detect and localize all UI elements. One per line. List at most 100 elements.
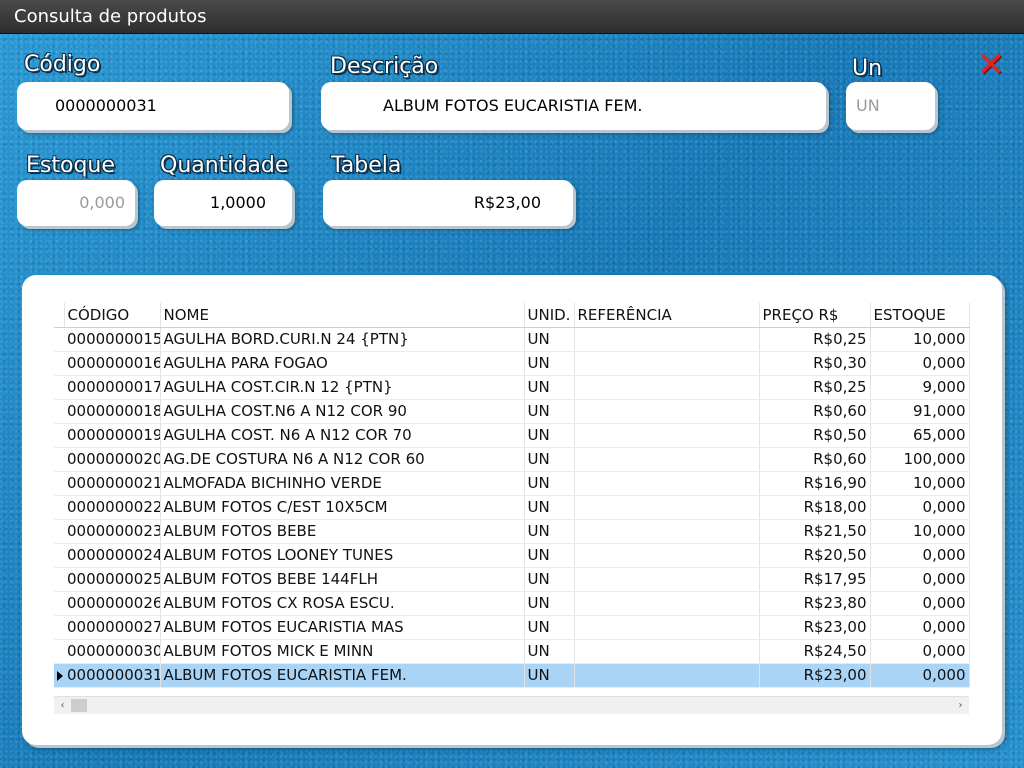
col-referencia[interactable]: REFERÊNCIA [574, 303, 760, 328]
row-indicator [54, 447, 64, 472]
cell-preco: R$0,25 [759, 375, 871, 400]
cell-referencia [574, 567, 760, 592]
cell-codigo: 0000000017 [64, 375, 161, 400]
cell-codigo: 0000000016 [64, 351, 161, 376]
cell-nome: ALBUM FOTOS LOONEY TUNES [160, 543, 525, 568]
row-indicator [54, 615, 64, 640]
cell-nome: ALBUM FOTOS MICK E MINN [160, 639, 525, 664]
cell-referencia [574, 495, 760, 520]
scroll-right-icon[interactable]: › [952, 697, 969, 714]
col-nome[interactable]: NOME [160, 303, 525, 328]
table-row[interactable]: 0000000024 ALBUM FOTOS LOONEY TUNES UN R$20… [54, 543, 970, 568]
table-row[interactable]: 0000000020 AG.DE COSTURA N6 A N12 COR 60 U… [54, 447, 970, 472]
table-row[interactable]: 0000000018 AGULHA COST.N6 A N12 COR 90 UN R… [54, 399, 970, 424]
cell-referencia [574, 519, 760, 544]
tabela-field[interactable]: R$23,00 [323, 180, 573, 226]
table-row[interactable]: 0000000026 ALBUM FOTOS CX ROSA ESCU. UN R$2… [54, 591, 970, 616]
col-preco[interactable]: PREÇO R$ [759, 303, 871, 328]
cell-codigo: 0000000023 [64, 519, 161, 544]
cell-estoque: 0,000 [870, 567, 970, 592]
cell-estoque: 0,000 [870, 591, 970, 616]
descricao-label: Descrição [330, 54, 439, 79]
table-row[interactable]: 0000000015 AGULHA BORD.CURI.N 24 {PTN} UN R… [54, 327, 970, 352]
table-row[interactable]: 0000000019 AGULHA COST. N6 A N12 COR 70 UN… [54, 423, 970, 448]
tabela-label: Tabela [331, 153, 402, 178]
cell-preco: R$17,95 [759, 567, 871, 592]
cell-unid: UN [524, 567, 575, 592]
cell-nome: AGULHA PARA FOGAO [160, 351, 525, 376]
cell-referencia [574, 543, 760, 568]
row-indicator [54, 519, 64, 544]
cell-preco: R$0,60 [759, 399, 871, 424]
cell-unid: UN [524, 495, 575, 520]
scroll-left-icon[interactable]: ‹ [54, 697, 71, 714]
cell-referencia [574, 351, 760, 376]
cell-codigo: 0000000025 [64, 567, 161, 592]
cell-estoque: 10,000 [870, 327, 970, 352]
cell-estoque: 91,000 [870, 399, 970, 424]
cell-codigo: 0000000027 [64, 615, 161, 640]
scroll-thumb[interactable] [71, 699, 87, 712]
cell-nome: AGULHA BORD.CURI.N 24 {PTN} [160, 327, 525, 352]
cell-referencia [574, 639, 760, 664]
estoque-field[interactable]: 0,000 [17, 180, 135, 226]
cell-referencia [574, 615, 760, 640]
cell-preco: R$24,50 [759, 639, 871, 664]
cell-codigo: 0000000018 [64, 399, 161, 424]
cell-codigo: 0000000026 [64, 591, 161, 616]
quantidade-field[interactable]: 1,0000 [154, 180, 292, 226]
table-row[interactable]: 0000000022 ALBUM FOTOS C/EST 10X5CM UN R$18… [54, 495, 970, 520]
cell-preco: R$18,00 [759, 495, 871, 520]
un-field[interactable]: UN [846, 82, 935, 130]
close-button[interactable]: ✕ [975, 48, 1007, 82]
row-indicator [54, 663, 64, 688]
row-indicator [54, 543, 64, 568]
cell-codigo: 0000000015 [64, 327, 161, 352]
cell-unid: UN [524, 447, 575, 472]
row-indicator [54, 639, 64, 664]
row-indicator [54, 351, 64, 376]
cell-estoque: 10,000 [870, 519, 970, 544]
row-indicator-header [54, 303, 65, 328]
row-indicator [54, 591, 64, 616]
cell-nome: ALBUM FOTOS C/EST 10X5CM [160, 495, 525, 520]
products-table[interactable]: CÓDIGO NOME UNID. REFERÊNCIA PREÇO R$ ES… [54, 303, 970, 688]
cell-estoque: 9,000 [870, 375, 970, 400]
col-estoque[interactable]: ESTOQUE [870, 303, 970, 328]
cell-unid: UN [524, 519, 575, 544]
table-row[interactable]: 0000000031 ALBUM FOTOS EUCARISTIA FEM. UN R… [54, 663, 970, 688]
cell-preco: R$0,50 [759, 423, 871, 448]
cell-nome: ALBUM FOTOS EUCARISTIA MAS [160, 615, 525, 640]
grid-header: CÓDIGO NOME UNID. REFERÊNCIA PREÇO R$ ES… [54, 303, 970, 328]
cell-nome: ALBUM FOTOS EUCARISTIA FEM. [160, 663, 525, 688]
cell-nome: AG.DE COSTURA N6 A N12 COR 60 [160, 447, 525, 472]
table-row[interactable]: 0000000017 AGULHA COST.CIR.N 12 {PTN} UN R$… [54, 375, 970, 400]
row-indicator [54, 567, 64, 592]
cell-estoque: 65,000 [870, 423, 970, 448]
table-row[interactable]: 0000000021 ALMOFADA BICHINHO VERDE UN R$16,… [54, 471, 970, 496]
table-row[interactable]: 0000000016 AGULHA PARA FOGAO UN R$0,30 0,000 [54, 351, 970, 376]
horizontal-scrollbar[interactable]: ‹ › [54, 696, 969, 714]
descricao-field[interactable]: ALBUM FOTOS EUCARISTIA FEM. [321, 82, 826, 130]
estoque-label: Estoque [26, 153, 115, 178]
table-row[interactable]: 0000000023 ALBUM FOTOS BEBE UN R$21,50 10,00… [54, 519, 970, 544]
row-indicator [54, 375, 64, 400]
cell-referencia [574, 423, 760, 448]
cell-unid: UN [524, 543, 575, 568]
table-row[interactable]: 0000000025 ALBUM FOTOS BEBE 144FLH UN R$17,… [54, 567, 970, 592]
table-row[interactable]: 0000000027 ALBUM FOTOS EUCARISTIA MAS UN R$… [54, 615, 970, 640]
cell-nome: ALBUM FOTOS CX ROSA ESCU. [160, 591, 525, 616]
row-indicator [54, 495, 64, 520]
col-unid[interactable]: UNID. [524, 303, 575, 328]
cell-nome: ALBUM FOTOS BEBE [160, 519, 525, 544]
col-codigo[interactable]: CÓDIGO [64, 303, 161, 328]
cell-estoque: 10,000 [870, 471, 970, 496]
cell-preco: R$23,00 [759, 615, 871, 640]
codigo-field[interactable]: 0000000031 [17, 82, 289, 130]
cell-unid: UN [524, 423, 575, 448]
cell-preco: R$21,50 [759, 519, 871, 544]
window-title: Consulta de produtos [0, 0, 1024, 34]
products-grid[interactable]: CÓDIGO NOME UNID. REFERÊNCIA PREÇO R$ ES… [54, 303, 970, 713]
table-row[interactable]: 0000000030 ALBUM FOTOS MICK E MINN UN R$24,… [54, 639, 970, 664]
cell-unid: UN [524, 591, 575, 616]
